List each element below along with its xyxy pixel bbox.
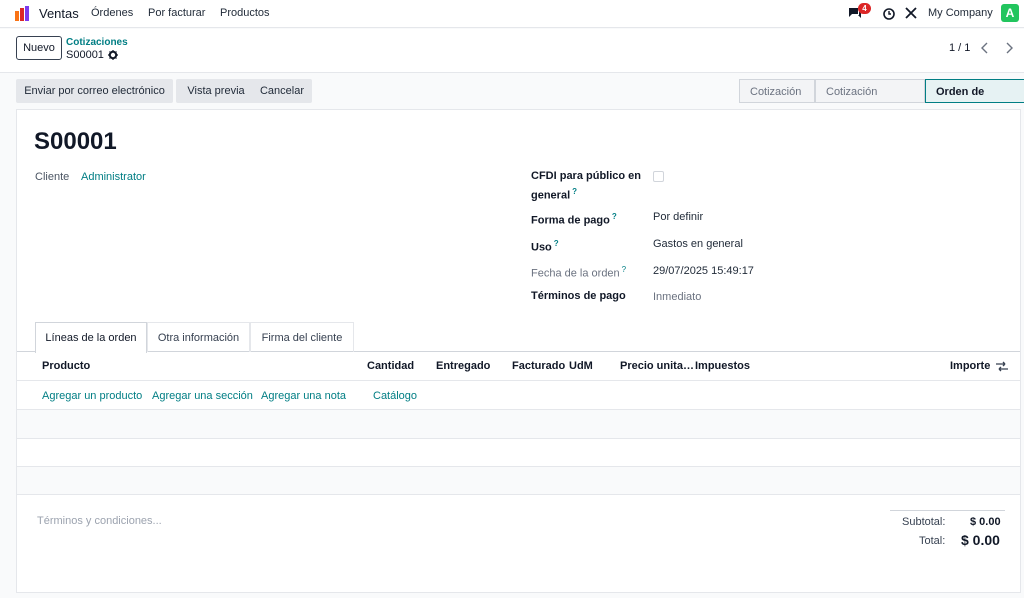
- chevron-right-icon[interactable]: [1000, 38, 1018, 58]
- totals-divider: [890, 510, 1005, 511]
- cliente-field[interactable]: Administrator: [81, 171, 146, 183]
- terms-conditions-field[interactable]: Términos y condiciones...: [37, 515, 162, 527]
- column-settings-icon[interactable]: [996, 361, 1008, 372]
- top-navbar: Ventas Órdenes Por facturar Productos 4 …: [0, 0, 1024, 28]
- col-importe[interactable]: Importe: [950, 360, 990, 372]
- cliente-label: Cliente: [35, 171, 70, 183]
- menu-ordenes[interactable]: Órdenes: [91, 7, 133, 19]
- action-bar: Enviar por correo electrónico Vista prev…: [8, 73, 1024, 122]
- chevron-left-icon[interactable]: [976, 38, 994, 58]
- breadcrumb-parent[interactable]: Cotizaciones: [66, 37, 128, 48]
- subtotal-value: $ 0.00: [970, 516, 1001, 528]
- tab-lineas-orden[interactable]: Líneas de la orden: [35, 322, 147, 353]
- help-icon[interactable]: ?: [612, 212, 617, 221]
- notebook-tabs: Líneas de la orden Otra información Firm…: [17, 322, 1020, 353]
- add-product-link[interactable]: Agregar un producto: [42, 390, 142, 402]
- forma-pago-label: Forma de pago?: [531, 212, 617, 227]
- pager-value[interactable]: 1 / 1: [949, 42, 970, 54]
- col-udm[interactable]: UdM: [569, 360, 593, 372]
- help-icon[interactable]: ?: [572, 187, 577, 196]
- help-icon[interactable]: ?: [554, 239, 559, 248]
- row-divider: [17, 494, 1020, 495]
- tab-firma-cliente[interactable]: Firma del cliente: [250, 322, 354, 352]
- fecha-label: Fecha de la orden?: [531, 265, 627, 280]
- col-impuestos[interactable]: Impuestos: [695, 360, 750, 372]
- cfdi-checkbox[interactable]: [653, 171, 664, 182]
- menu-productos[interactable]: Productos: [220, 7, 270, 19]
- table-row: [17, 439, 1020, 467]
- header-divider: [17, 380, 1020, 381]
- terminos-pago-label: Términos de pago: [531, 290, 626, 302]
- total-label: Total:: [919, 535, 946, 547]
- tab-otra-informacion[interactable]: Otra información: [147, 322, 250, 352]
- chat-count-badge: 4: [858, 3, 871, 14]
- table-row: [17, 410, 1020, 438]
- user-avatar[interactable]: A: [1001, 4, 1019, 22]
- catalog-link[interactable]: Catálogo: [373, 390, 417, 402]
- cfdi-label: CFDI para público en general?: [531, 170, 642, 202]
- menu-por-facturar[interactable]: Por facturar: [148, 7, 205, 19]
- col-producto[interactable]: Producto: [42, 360, 90, 372]
- cancel-button[interactable]: Cancelar: [252, 79, 312, 103]
- new-button[interactable]: Nuevo: [16, 36, 62, 60]
- breadcrumb-current: S00001: [66, 49, 104, 61]
- uso-field[interactable]: Gastos en general: [653, 238, 743, 250]
- add-note-link[interactable]: Agregar una nota: [261, 390, 346, 402]
- send-email-button[interactable]: Enviar por correo electrónico: [16, 79, 173, 103]
- clock-icon[interactable]: [883, 8, 895, 20]
- preview-button[interactable]: Vista previa: [176, 79, 256, 103]
- fecha-field[interactable]: 29/07/2025 15:49:17: [653, 265, 754, 277]
- total-value: $ 0.00: [961, 532, 1000, 548]
- company-switcher[interactable]: My Company: [928, 7, 993, 19]
- help-icon[interactable]: ?: [622, 265, 626, 274]
- uso-label: Uso?: [531, 239, 559, 254]
- terminos-pago-field[interactable]: Inmediato: [653, 291, 701, 303]
- gear-icon[interactable]: [108, 50, 118, 60]
- table-row: [17, 467, 1020, 495]
- tools-icon[interactable]: [905, 7, 917, 19]
- forma-pago-field[interactable]: Por definir: [653, 211, 703, 223]
- app-name[interactable]: Ventas: [39, 6, 79, 21]
- col-cantidad[interactable]: Cantidad: [367, 360, 414, 372]
- stage-orden-de-venta[interactable]: Orden de venta: [925, 79, 1024, 122]
- col-facturado[interactable]: Facturado: [512, 360, 565, 372]
- record-title: S00001: [34, 128, 117, 155]
- add-section-link[interactable]: Agregar una sección: [152, 390, 253, 402]
- col-precio[interactable]: Precio unita…: [620, 360, 694, 372]
- ventas-app-icon[interactable]: [15, 6, 31, 21]
- form-sheet: S00001 Cliente Administrator CFDI para p…: [16, 109, 1021, 593]
- col-entregado[interactable]: Entregado: [436, 360, 490, 372]
- status-bar: Cotización Cotización enviada Orden de v…: [739, 79, 1024, 122]
- subtotal-label: Subtotal:: [902, 516, 946, 528]
- control-panel: Nuevo Cotizaciones S00001 1 / 1: [0, 29, 1024, 73]
- stage-cotizacion[interactable]: Cotización: [739, 79, 815, 103]
- stage-cotizacion-enviada[interactable]: Cotización enviada: [815, 79, 925, 122]
